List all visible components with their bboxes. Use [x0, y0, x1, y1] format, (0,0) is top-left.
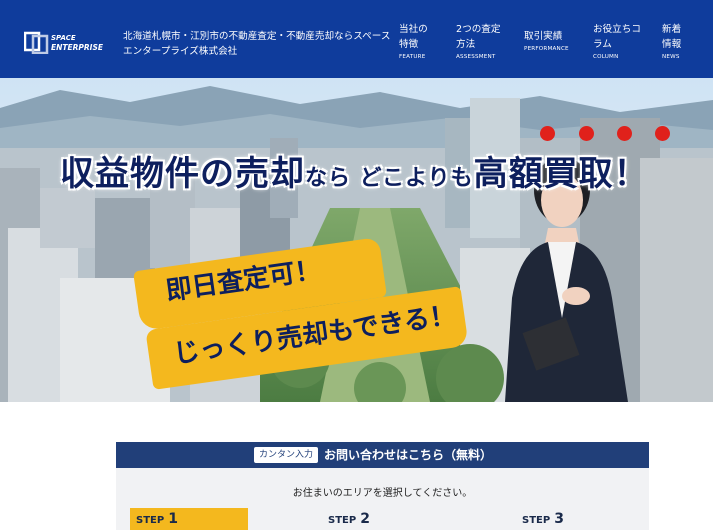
nav-label: 新着情報 [662, 24, 682, 50]
step-word: STEP [522, 515, 551, 526]
svg-text:ENTERPRISE: ENTERPRISE [51, 43, 104, 52]
nav-feature[interactable]: 当社の特徴 FEATURE [399, 22, 437, 60]
nav-performance[interactable]: 取引実績 PERFORMANCE [524, 29, 569, 52]
contact-form-panel: カンタン入力 お問い合わせはこちら（無料） お住まいのエリアを選択してください。… [116, 442, 649, 530]
company-logo[interactable]: SPACE ENTERPRISE [24, 30, 116, 54]
step-tab-1[interactable]: STEP 1 [130, 508, 248, 530]
decor-dot [579, 126, 594, 141]
step-word: STEP [136, 515, 165, 526]
easy-input-badge: カンタン入力 [254, 447, 319, 463]
nav-label: 2つの査定方法 [456, 24, 501, 50]
nav-sub: NEWS [662, 54, 680, 60]
step-tab-2[interactable]: STEP 2 [322, 508, 440, 530]
headline-part: どこよりも [351, 166, 474, 191]
nav-label: 取引実績 [524, 31, 563, 42]
nav-sub: PERFORMANCE [524, 46, 569, 52]
decor-dot [617, 126, 632, 141]
step-number: 2 [360, 511, 370, 527]
nav-sub: COLUMN [593, 54, 619, 60]
step-tab-3[interactable]: STEP 3 [516, 508, 634, 530]
decor-dot [540, 126, 555, 141]
site-tagline: 北海道札幌市・江別市の不動産査定・不動産売却ならスペースエンタープライズ株式会社 [123, 31, 391, 57]
headline-part: 高額買取！ [473, 154, 649, 194]
contact-panel-header: カンタン入力 お問い合わせはこちら（無料） [116, 442, 649, 468]
hero-headline: 収益物件の売却なら どこよりも高額買取！ [60, 146, 713, 195]
step-word: STEP [328, 515, 357, 526]
nav-sub: ASSESSMENT [456, 54, 496, 60]
nav-column[interactable]: お役立ちコラム COLUMN [593, 22, 643, 60]
svg-text:SPACE: SPACE [51, 34, 76, 42]
decor-dot [655, 126, 670, 141]
headline-part: 収益物件の売却 [60, 154, 305, 194]
contact-title: お問い合わせはこちら（無料） [324, 448, 493, 462]
hero-banner: 収益物件の売却なら どこよりも高額買取！ 即日査定可！ じっくり売却もできる！ [0, 78, 713, 402]
site-header: SPACE ENTERPRISE 北海道札幌市・江別市の不動産査定・不動産売却な… [0, 0, 713, 78]
step-number: 3 [554, 511, 564, 527]
nav-label: お役立ちコラム [593, 24, 641, 50]
nav-assessment[interactable]: 2つの査定方法 ASSESSMENT [456, 22, 502, 60]
nav-label: 当社の特徴 [399, 24, 428, 50]
nav-sub: FEATURE [399, 54, 426, 60]
step-number: 1 [168, 511, 178, 527]
headline-part: なら [305, 166, 352, 191]
area-select-prompt: お住まいのエリアを選択してください。 [292, 488, 473, 499]
nav-news[interactable]: 新着情報 NEWS [662, 22, 690, 60]
